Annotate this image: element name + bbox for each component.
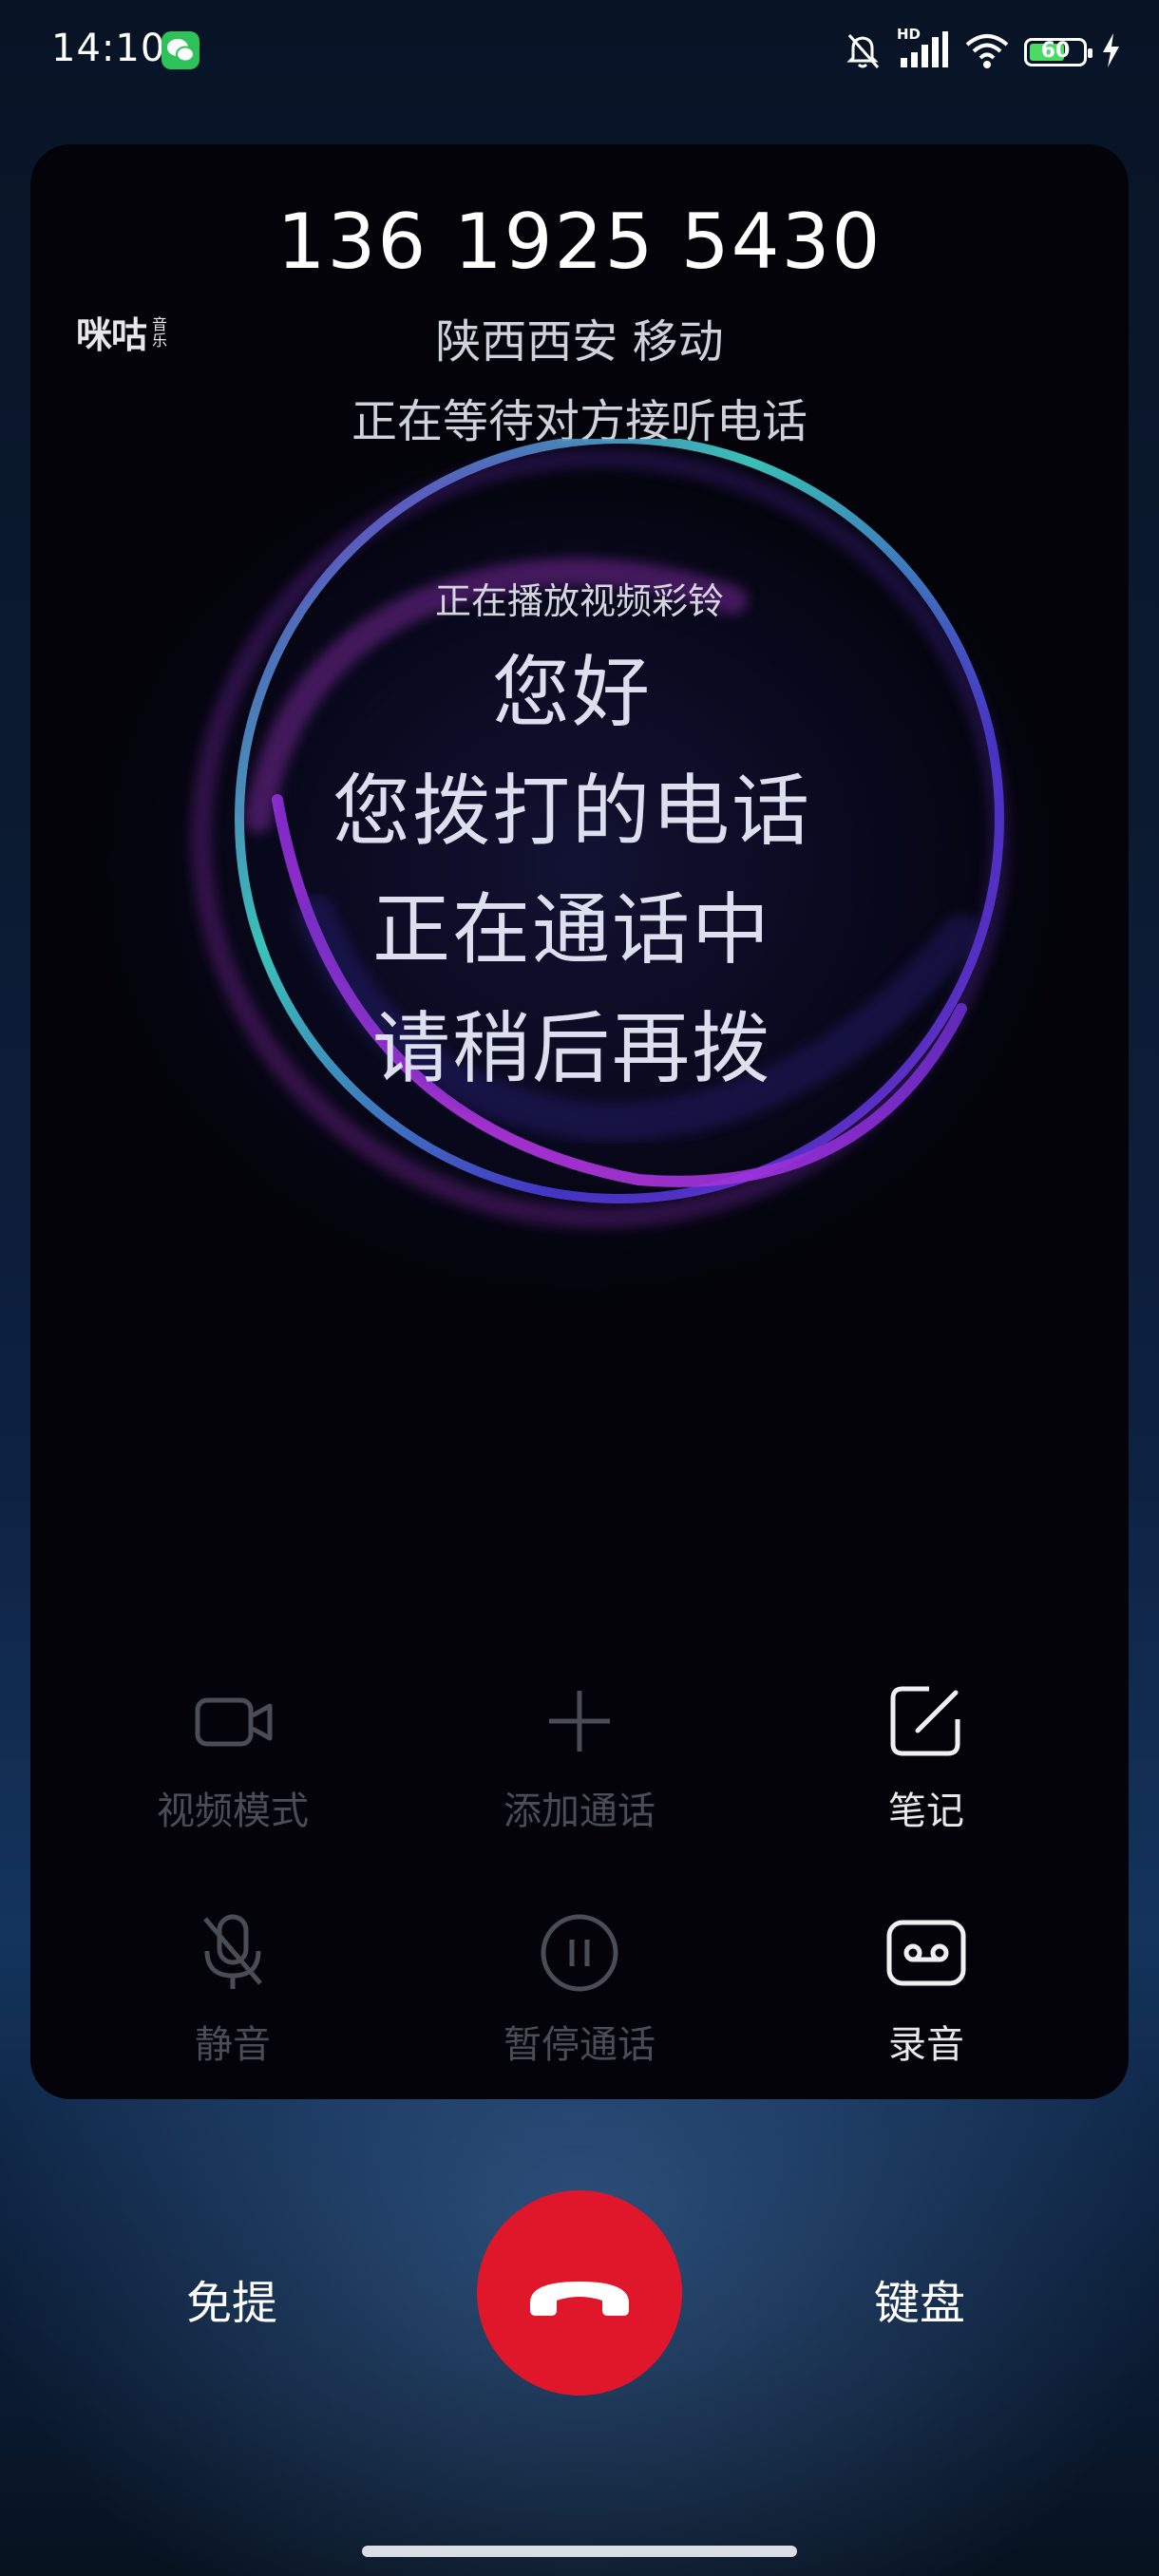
video-mode-label: 视频模式 bbox=[157, 1790, 309, 1833]
speaker-button[interactable]: 免提 bbox=[186, 2265, 277, 2332]
wifi-icon bbox=[963, 29, 1011, 75]
migu-logo-sub: 音乐 bbox=[152, 314, 168, 350]
hold-label: 暂停通话 bbox=[504, 2023, 656, 2067]
charging-icon bbox=[1100, 31, 1121, 73]
migu-logo-text: 咪咕 bbox=[76, 314, 147, 356]
pause-icon bbox=[541, 1914, 618, 1992]
ringtone-label: 正在播放视频彩铃 bbox=[434, 580, 724, 622]
wechat-icon bbox=[162, 31, 200, 69]
battery-icon: 60 bbox=[1024, 38, 1092, 66]
video-mode-button[interactable]: 视频模式 bbox=[90, 1683, 375, 1835]
status-icons: HD 60 bbox=[842, 26, 1121, 76]
add-call-button[interactable]: 添加通话 bbox=[437, 1683, 722, 1835]
add-call-label: 添加通话 bbox=[504, 1790, 656, 1833]
phone-number: 136 1925 5430 bbox=[276, 198, 883, 286]
mic-off-icon bbox=[203, 1914, 262, 1989]
status-bar: 14:10 HD 60 bbox=[0, 0, 1159, 104]
mute-bell-icon bbox=[842, 29, 884, 75]
hang-up-button[interactable] bbox=[477, 2190, 682, 2396]
note-edit-icon bbox=[890, 1686, 960, 1756]
keypad-button[interactable]: 键盘 bbox=[874, 2265, 965, 2332]
hd-label: HD bbox=[897, 26, 922, 43]
ringtone-line-4: 请稍后再拨 bbox=[371, 1004, 771, 1094]
ringtone-line-3: 正在通话中 bbox=[371, 885, 771, 975]
signal-icon: HD bbox=[897, 26, 950, 75]
notes-label: 笔记 bbox=[888, 1790, 964, 1833]
caller-location: 陕西西安 移动 bbox=[435, 315, 724, 369]
plus-icon bbox=[549, 1691, 610, 1752]
home-indicator[interactable] bbox=[362, 2546, 797, 2557]
hang-up-phone-icon bbox=[530, 2282, 629, 2316]
record-tape-icon bbox=[886, 1920, 966, 1986]
hold-button[interactable]: 暂停通话 bbox=[437, 1913, 722, 2069]
mute-label: 静音 bbox=[195, 2023, 271, 2067]
notes-button[interactable]: 笔记 bbox=[784, 1683, 1069, 1835]
ringtone-line-2: 您拨打的电话 bbox=[332, 767, 811, 857]
migu-logo: 咪咕 音乐 bbox=[76, 306, 171, 358]
battery-level: 60 bbox=[1040, 39, 1071, 63]
video-camera-icon bbox=[195, 1697, 273, 1747]
mute-button[interactable]: 静音 bbox=[90, 1913, 375, 2069]
status-time: 14:10 bbox=[51, 27, 166, 70]
ringtone-line-1: 您好 bbox=[491, 648, 652, 738]
record-button[interactable]: 录音 bbox=[784, 1913, 1069, 2069]
call-card: 136 1925 5430 陕西西安 移动 正在等待对方接听电话 咪咕 音乐 正… bbox=[30, 144, 1129, 2099]
record-label: 录音 bbox=[888, 2023, 964, 2067]
